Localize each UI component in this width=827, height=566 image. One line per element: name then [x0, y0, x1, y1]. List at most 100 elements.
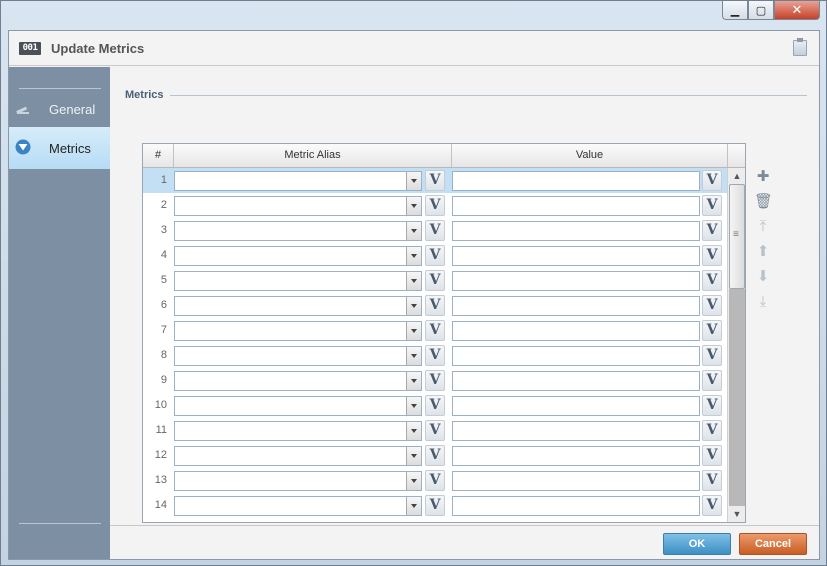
table-row[interactable]: 7 V V [143, 318, 728, 343]
chevron-down-icon[interactable] [406, 497, 421, 515]
table-row[interactable]: 6 V V [143, 293, 728, 318]
metric-alias-combobox[interactable] [174, 446, 422, 466]
metric-alias-combobox[interactable] [174, 346, 422, 366]
alias-variable-button[interactable]: V [425, 170, 445, 191]
sidebar-item-metrics[interactable]: Metrics [9, 127, 110, 169]
value-input[interactable] [452, 421, 700, 441]
value-input[interactable] [452, 471, 700, 491]
value-input[interactable] [452, 221, 700, 241]
metric-alias-combobox[interactable] [174, 271, 422, 291]
alias-variable-button[interactable]: V [425, 220, 445, 241]
value-input[interactable] [452, 446, 700, 466]
grid-scrollbar[interactable]: ▲ ▼ [727, 168, 745, 522]
value-variable-button[interactable]: V [702, 320, 722, 341]
value-variable-button[interactable]: V [702, 220, 722, 241]
table-row[interactable]: 3 V V [143, 218, 728, 243]
move-down-icon[interactable]: ⬇ [754, 268, 772, 286]
cancel-button[interactable]: Cancel [739, 533, 807, 555]
alias-variable-button[interactable]: V [425, 320, 445, 341]
value-variable-button[interactable]: V [702, 245, 722, 266]
value-input[interactable] [452, 346, 700, 366]
alias-variable-button[interactable]: V [425, 295, 445, 316]
value-variable-button[interactable]: V [702, 270, 722, 291]
metric-alias-combobox[interactable] [174, 471, 422, 491]
metric-alias-combobox[interactable] [174, 421, 422, 441]
table-row[interactable]: 8 V V [143, 343, 728, 368]
value-variable-button[interactable]: V [702, 445, 722, 466]
value-variable-button[interactable]: V [702, 345, 722, 366]
scroll-thumb[interactable] [729, 184, 745, 289]
alias-variable-button[interactable]: V [425, 270, 445, 291]
value-input[interactable] [452, 396, 700, 416]
value-input[interactable] [452, 171, 700, 191]
value-variable-button[interactable]: V [702, 170, 722, 191]
value-input[interactable] [452, 271, 700, 291]
value-input[interactable] [452, 321, 700, 341]
metric-alias-combobox[interactable] [174, 496, 422, 516]
value-variable-button[interactable]: V [702, 195, 722, 216]
alias-variable-button[interactable]: V [425, 245, 445, 266]
value-input[interactable] [452, 371, 700, 391]
table-row[interactable]: 5 V V [143, 268, 728, 293]
move-top-icon[interactable]: ⤒ [754, 218, 772, 236]
value-variable-button[interactable]: V [702, 295, 722, 316]
sidebar-item-general[interactable]: General [9, 88, 110, 130]
metric-alias-combobox[interactable] [174, 396, 422, 416]
table-row[interactable]: 10 V V [143, 393, 728, 418]
alias-variable-button[interactable]: V [425, 445, 445, 466]
column-header-value[interactable]: Value [452, 144, 728, 167]
value-input[interactable] [452, 246, 700, 266]
chevron-down-icon[interactable] [406, 172, 421, 190]
table-row[interactable]: 14 V V [143, 493, 728, 518]
scroll-track[interactable] [729, 289, 745, 506]
table-row[interactable]: 4 V V [143, 243, 728, 268]
table-row[interactable]: 1 V V [143, 168, 728, 193]
table-row[interactable]: 11 V V [143, 418, 728, 443]
value-input[interactable] [452, 196, 700, 216]
value-variable-button[interactable]: V [702, 370, 722, 391]
chevron-down-icon[interactable] [406, 322, 421, 340]
ok-button[interactable]: OK [663, 533, 731, 555]
table-row[interactable]: 13 V V [143, 468, 728, 493]
chevron-down-icon[interactable] [406, 197, 421, 215]
close-button[interactable]: ✕ [774, 1, 820, 20]
chevron-down-icon[interactable] [406, 397, 421, 415]
alias-variable-button[interactable]: V [425, 395, 445, 416]
value-variable-button[interactable]: V [702, 420, 722, 441]
chevron-down-icon[interactable] [406, 472, 421, 490]
scroll-up-icon[interactable]: ▲ [729, 168, 745, 184]
alias-variable-button[interactable]: V [425, 370, 445, 391]
metric-alias-combobox[interactable] [174, 196, 422, 216]
chevron-down-icon[interactable] [406, 272, 421, 290]
column-header-metric-alias[interactable]: Metric Alias [174, 144, 452, 167]
alias-variable-button[interactable]: V [425, 195, 445, 216]
value-variable-button[interactable]: V [702, 470, 722, 491]
value-input[interactable] [452, 296, 700, 316]
move-up-icon[interactable]: ⬆ [754, 243, 772, 261]
table-row[interactable]: 2 V V [143, 193, 728, 218]
chevron-down-icon[interactable] [406, 447, 421, 465]
metric-alias-combobox[interactable] [174, 221, 422, 241]
column-header-number[interactable]: # [143, 144, 174, 167]
metric-alias-combobox[interactable] [174, 296, 422, 316]
chevron-down-icon[interactable] [406, 422, 421, 440]
chevron-down-icon[interactable] [406, 372, 421, 390]
table-row[interactable]: 9 V V [143, 368, 728, 393]
maximize-button[interactable]: ▢ [748, 1, 774, 20]
title-bar[interactable]: ▁ ▢ ✕ [1, 1, 826, 29]
metric-alias-combobox[interactable] [174, 321, 422, 341]
metric-alias-combobox[interactable] [174, 171, 422, 191]
value-variable-button[interactable]: V [702, 395, 722, 416]
alias-variable-button[interactable]: V [425, 495, 445, 516]
alias-variable-button[interactable]: V [425, 470, 445, 491]
table-row[interactable]: 12 V V [143, 443, 728, 468]
metric-alias-combobox[interactable] [174, 246, 422, 266]
chevron-down-icon[interactable] [406, 222, 421, 240]
notes-icon[interactable] [793, 38, 807, 56]
alias-variable-button[interactable]: V [425, 345, 445, 366]
add-row-icon[interactable]: ✚ [754, 168, 772, 186]
chevron-down-icon[interactable] [406, 347, 421, 365]
delete-row-icon[interactable]: 🗑 [754, 193, 773, 211]
chevron-down-icon[interactable] [406, 247, 421, 265]
minimize-button[interactable]: ▁ [722, 1, 748, 20]
